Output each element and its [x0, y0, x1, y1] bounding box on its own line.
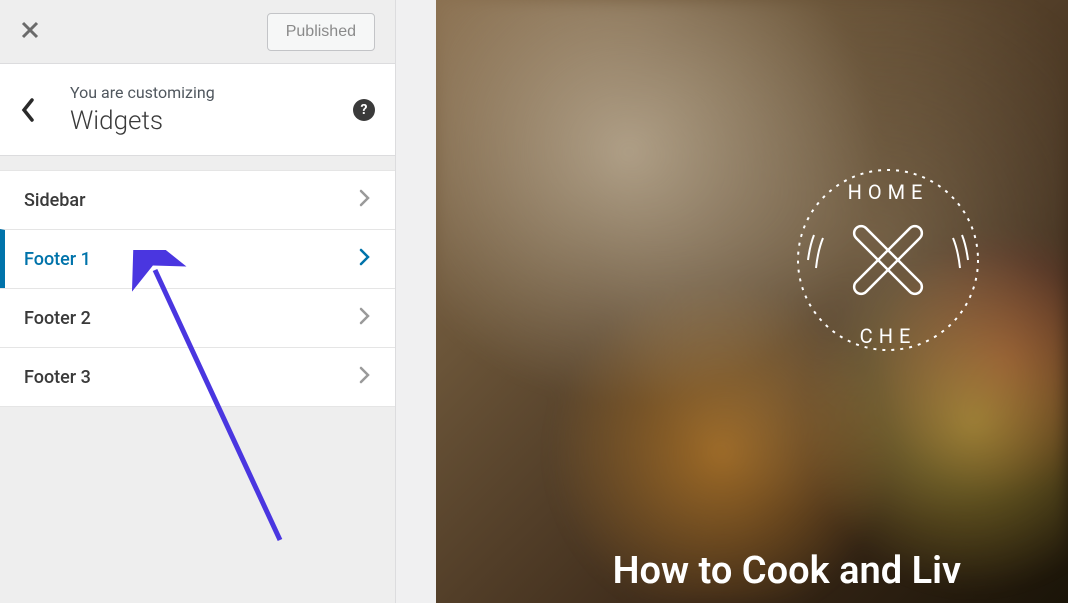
panel-header: You are customizing Widgets ?	[0, 64, 395, 156]
chevron-right-icon	[359, 188, 371, 212]
widget-area-label: Footer 3	[24, 367, 91, 388]
widget-area-label: Footer 1	[24, 249, 91, 270]
site-logo: HOME CHE	[788, 160, 988, 360]
chevron-right-icon	[359, 247, 371, 271]
panel-header-text: You are customizing Widgets	[70, 83, 353, 136]
help-button[interactable]: ?	[353, 99, 375, 121]
customizing-label: You are customizing	[70, 83, 353, 102]
widget-area-footer-2[interactable]: Footer 2	[0, 288, 395, 348]
widget-area-list: Sidebar Footer 1 Footer 2 Footer 3	[0, 170, 395, 406]
divider-spacer	[0, 156, 395, 170]
site-preview: HOME CHE How to Cook and Liv	[436, 0, 1068, 603]
chevron-right-icon	[359, 365, 371, 389]
customizer-topbar: Published	[0, 0, 395, 64]
hero-heading: How to Cook and Liv	[613, 549, 961, 593]
logo-text-top: HOME	[848, 180, 929, 204]
customizer-sidebar: Published You are customizing Widgets ? …	[0, 0, 396, 603]
close-button[interactable]	[20, 19, 40, 45]
close-icon	[20, 20, 40, 40]
panel-title: Widgets	[70, 106, 353, 136]
widget-area-footer-3[interactable]: Footer 3	[0, 347, 395, 407]
chevron-right-icon	[359, 306, 371, 330]
back-button[interactable]	[20, 97, 70, 123]
widget-area-label: Footer 2	[24, 308, 91, 329]
widget-area-sidebar[interactable]: Sidebar	[0, 170, 395, 230]
publish-button[interactable]: Published	[267, 13, 375, 51]
logo-text-bottom: CHE	[860, 324, 917, 348]
widget-area-footer-1[interactable]: Footer 1	[0, 229, 395, 289]
chevron-left-icon	[20, 97, 36, 123]
widget-area-label: Sidebar	[24, 190, 85, 211]
